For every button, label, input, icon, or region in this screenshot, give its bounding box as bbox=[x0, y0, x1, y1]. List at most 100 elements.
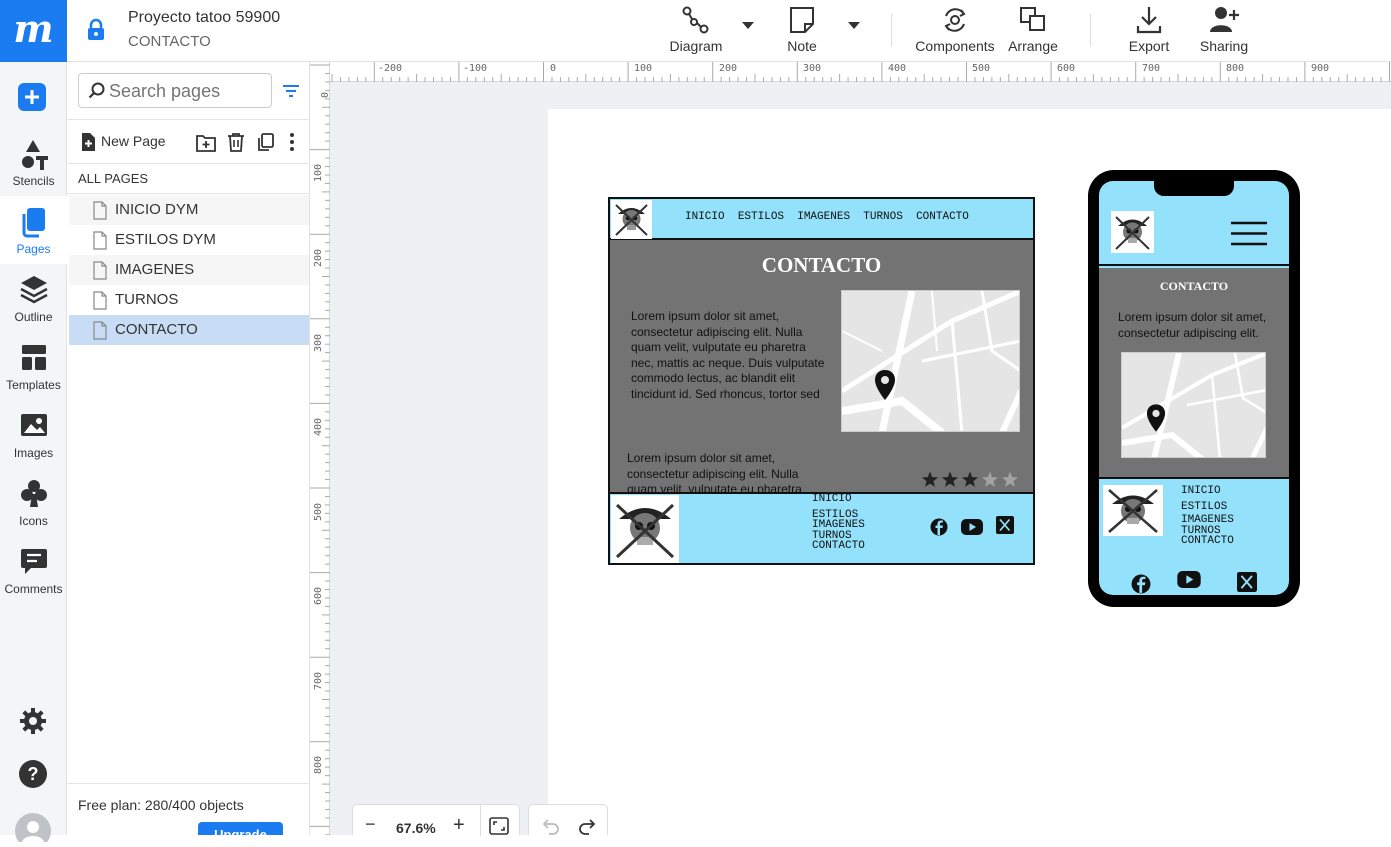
note-icon bbox=[790, 7, 814, 33]
star-empty-icon bbox=[1001, 471, 1019, 487]
ruler-label: 400 bbox=[888, 63, 907, 74]
plan-usage-text: Free plan: 280/400 objects bbox=[78, 797, 244, 813]
desktop-mockup[interactable]: INICIO ESTILOS IMAGENES TURNOS CONTACTO … bbox=[608, 197, 1035, 565]
ruler-label: 500 bbox=[313, 502, 324, 521]
phone-notch bbox=[1154, 178, 1234, 196]
rating-stars bbox=[921, 471, 1021, 494]
top-toolbar: m Proyecto tatoo 59900 CONTACTO Diagram … bbox=[0, 0, 1391, 62]
rail-stencils-label: Stencils bbox=[12, 174, 55, 188]
new-folder-icon[interactable] bbox=[195, 133, 217, 153]
ruler-label: 800 bbox=[1226, 63, 1245, 74]
add-button[interactable] bbox=[18, 83, 46, 111]
mobile-mockup[interactable]: CONTACTO Lorem ipsum dolor sit amet, con… bbox=[1088, 170, 1300, 607]
canvas-area[interactable]: -200 -100 0 100 200 300 400 500 600 700 … bbox=[310, 62, 1391, 837]
zoom-in-button[interactable]: + bbox=[453, 814, 465, 837]
facebook-icon[interactable] bbox=[930, 518, 948, 536]
rail-pages[interactable]: Pages bbox=[0, 206, 67, 256]
page-item-label: CONTACTO bbox=[115, 321, 198, 338]
undo-icon[interactable] bbox=[540, 817, 560, 836]
export-button[interactable]: Export bbox=[1126, 4, 1172, 54]
ruler-label: 500 bbox=[972, 63, 991, 74]
settings-gear-icon[interactable] bbox=[19, 707, 47, 740]
x-twitter-icon[interactable] bbox=[996, 516, 1014, 534]
avatar[interactable] bbox=[14, 812, 52, 847]
project-title[interactable]: Proyecto tatoo 59900 bbox=[128, 9, 280, 27]
page-item-imagenes[interactable]: IMAGENES bbox=[69, 255, 309, 285]
comment-icon bbox=[20, 549, 47, 574]
page-item-turnos[interactable]: TURNOS bbox=[69, 285, 309, 315]
page-item-inicio-dym[interactable]: INICIO DYM bbox=[69, 195, 309, 225]
divider bbox=[480, 805, 481, 836]
ruler-label: 700 bbox=[1142, 63, 1161, 74]
sharing-button[interactable]: Sharing bbox=[1198, 4, 1250, 54]
search-input[interactable] bbox=[109, 79, 267, 103]
zoom-out-button[interactable]: − bbox=[365, 814, 376, 835]
rail-comments[interactable]: Comments bbox=[0, 546, 67, 596]
divider bbox=[67, 163, 310, 164]
search-box[interactable] bbox=[78, 73, 272, 108]
toolbar-divider bbox=[891, 14, 892, 46]
ruler-label: 400 bbox=[313, 417, 324, 436]
footer-link-contacto[interactable]: CONTACTO bbox=[1181, 536, 1234, 547]
facebook-icon[interactable] bbox=[1131, 574, 1151, 594]
zoom-level[interactable]: 67.6% bbox=[396, 820, 436, 836]
youtube-icon[interactable] bbox=[1176, 571, 1202, 588]
desktop-header[interactable]: INICIO ESTILOS IMAGENES TURNOS CONTACTO bbox=[610, 199, 1033, 240]
footer-link-inicio[interactable]: INICIO bbox=[812, 494, 865, 505]
nav-link-contacto[interactable]: CONTACTO bbox=[916, 211, 969, 223]
desktop-footer: INICIO ESTILOS IMAGENES TURNOS CONTACTO bbox=[610, 492, 1033, 563]
rail-templates[interactable]: Templates bbox=[0, 342, 67, 392]
new-page-label: New Page bbox=[101, 133, 166, 149]
footer-link-estilos[interactable]: ESTILOS bbox=[1181, 501, 1234, 513]
ruler-label: 100 bbox=[313, 163, 324, 182]
rail-icons[interactable]: Icons bbox=[0, 478, 67, 528]
note-label: Note bbox=[787, 38, 817, 54]
x-twitter-icon[interactable] bbox=[1236, 572, 1258, 592]
filter-icon[interactable] bbox=[282, 83, 300, 99]
ruler-label: 300 bbox=[803, 63, 822, 74]
lock-icon[interactable] bbox=[86, 18, 106, 47]
fit-to-screen-icon[interactable] bbox=[489, 817, 509, 836]
templates-icon bbox=[21, 345, 46, 370]
nav-link-turnos[interactable]: TURNOS bbox=[863, 211, 903, 223]
page-icon bbox=[93, 231, 107, 250]
upgrade-button[interactable]: Upgrade bbox=[198, 822, 283, 835]
duplicate-icon[interactable] bbox=[256, 132, 276, 152]
nav-link-imagenes[interactable]: IMAGENES bbox=[797, 211, 850, 223]
arrange-button[interactable]: Arrange bbox=[1007, 4, 1059, 54]
footer-link-inicio[interactable]: INICIO bbox=[1181, 486, 1234, 497]
rail-comments-label: Comments bbox=[4, 582, 63, 596]
trash-icon[interactable] bbox=[226, 132, 246, 152]
youtube-icon[interactable] bbox=[961, 519, 983, 535]
diagram-button[interactable]: Diagram bbox=[668, 4, 724, 54]
mobile-heading: CONTACTO bbox=[1159, 279, 1229, 293]
diagram-dropdown-icon[interactable] bbox=[742, 22, 754, 29]
mobile-screen: CONTACTO Lorem ipsum dolor sit amet, con… bbox=[1099, 181, 1289, 595]
pages-panel: New Page ALL PAGES INICIO DYM ESTILOS DY… bbox=[67, 62, 310, 835]
more-options-icon[interactable] bbox=[288, 132, 296, 152]
rail-outline[interactable]: Outline bbox=[0, 274, 67, 324]
app-logo[interactable]: m bbox=[0, 0, 67, 62]
page-item-contacto[interactable]: CONTACTO bbox=[69, 315, 309, 345]
new-page-icon bbox=[82, 133, 95, 151]
nav-link-inicio[interactable]: INICIO bbox=[685, 211, 725, 223]
map-image bbox=[841, 290, 1020, 432]
redo-icon[interactable] bbox=[578, 817, 598, 836]
ruler-label: -200 bbox=[378, 63, 403, 74]
hamburger-menu-icon[interactable] bbox=[1230, 221, 1268, 246]
page-item-estilos-dym[interactable]: ESTILOS DYM bbox=[69, 225, 309, 255]
ruler-label: 800 bbox=[313, 755, 324, 774]
star-filled-icon bbox=[961, 471, 979, 487]
rail-images[interactable]: Images bbox=[0, 410, 67, 460]
arrange-icon bbox=[1020, 7, 1045, 31]
nav-link-estilos[interactable]: ESTILOS bbox=[738, 211, 784, 223]
export-label: Export bbox=[1128, 38, 1170, 54]
ruler-label: 200 bbox=[313, 248, 324, 267]
rail-stencils[interactable]: Stencils bbox=[0, 138, 67, 188]
note-dropdown-icon[interactable] bbox=[848, 22, 860, 29]
footer-link-contacto[interactable]: CONTACTO bbox=[812, 541, 865, 552]
note-button[interactable]: Note bbox=[780, 4, 824, 54]
vertical-ruler: 0 100 200 300 400 500 600 700 800 bbox=[310, 62, 331, 835]
components-button[interactable]: Components bbox=[915, 4, 995, 54]
help-icon[interactable]: ? bbox=[18, 759, 48, 794]
